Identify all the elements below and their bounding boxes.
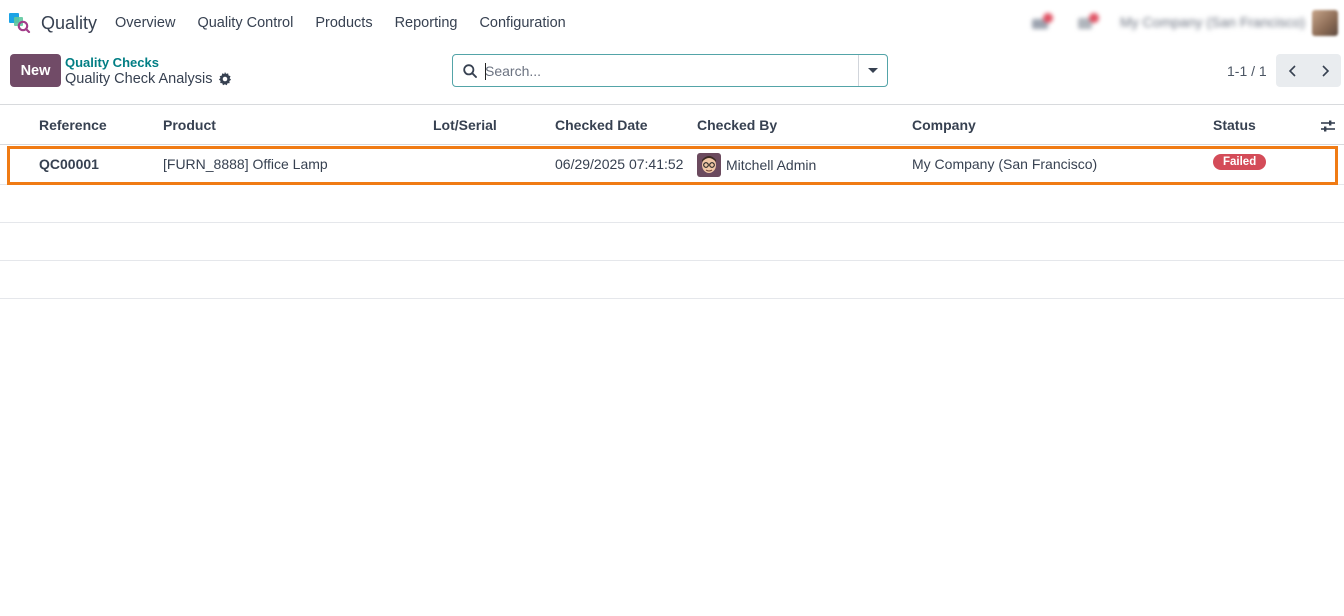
quality-app-icon[interactable] <box>9 11 31 34</box>
page-title: Quality Check Analysis <box>65 71 232 87</box>
chevron-left-icon <box>1288 64 1296 77</box>
pager-next-button[interactable] <box>1309 54 1341 87</box>
cell-reference: QC00001 <box>39 156 99 172</box>
empty-row <box>0 261 1344 299</box>
list-view: Reference Product Lot/Serial Checked Dat… <box>0 104 1344 299</box>
table-header: Reference Product Lot/Serial Checked Dat… <box>0 104 1344 145</box>
empty-row <box>0 223 1344 261</box>
menu-item-products[interactable]: Products <box>304 0 383 46</box>
optional-columns-icon[interactable] <box>1320 118 1336 134</box>
search-icon <box>463 64 477 78</box>
cell-checked-by: Mitchell Admin <box>697 153 816 177</box>
column-header-lot-serial[interactable]: Lot/Serial <box>433 117 497 133</box>
column-header-company[interactable]: Company <box>912 117 976 133</box>
column-header-product[interactable]: Product <box>163 117 216 133</box>
control-panel: New Quality Checks Quality Check Analysi… <box>0 46 1344 104</box>
menu-item-quality-control[interactable]: Quality Control <box>186 0 304 46</box>
menu-item-reporting[interactable]: Reporting <box>384 0 469 46</box>
chevron-right-icon <box>1322 64 1330 77</box>
checked-by-name: Mitchell Admin <box>726 157 817 173</box>
status-badge: Failed <box>1213 154 1267 170</box>
new-button[interactable]: New <box>10 54 61 87</box>
column-header-reference[interactable]: Reference <box>39 117 107 133</box>
table-row[interactable]: QC00001 [FURN_8888] Office Lamp 06/29/20… <box>0 145 1344 185</box>
text-cursor <box>485 63 486 80</box>
page-title-text: Quality Check Analysis <box>65 71 213 87</box>
user-avatar[interactable] <box>1312 10 1338 36</box>
column-header-status[interactable]: Status <box>1213 117 1256 133</box>
search-input[interactable] <box>485 60 855 82</box>
cell-company: My Company (San Francisco) <box>912 156 1098 172</box>
empty-row <box>0 185 1344 223</box>
column-header-checked-by[interactable]: Checked By <box>697 117 777 133</box>
search-options-toggle[interactable] <box>858 55 887 86</box>
company-switcher[interactable]: My Company (San Francisco) <box>1120 14 1305 30</box>
pager-previous-button[interactable] <box>1276 54 1309 87</box>
pager-value[interactable]: 1-1 / 1 <box>1227 63 1267 79</box>
menu-item-configuration[interactable]: Configuration <box>468 0 576 46</box>
top-navbar: Quality Overview Quality Control Product… <box>0 0 1344 46</box>
column-header-checked-date[interactable]: Checked Date <box>555 117 648 133</box>
cell-product: [FURN_8888] Office Lamp <box>163 156 328 172</box>
cell-checked-date: 06/29/2025 07:41:52 <box>555 156 684 172</box>
breadcrumb-quality-checks[interactable]: Quality Checks <box>65 55 159 70</box>
app-name[interactable]: Quality <box>41 13 97 34</box>
activity-icon[interactable] <box>1030 13 1054 31</box>
caret-down-icon <box>868 68 878 73</box>
gear-icon[interactable] <box>218 72 232 86</box>
main-menu: Overview Quality Control Products Report… <box>104 0 577 46</box>
user-avatar-icon <box>697 153 721 177</box>
search-box <box>452 54 888 87</box>
menu-item-overview[interactable]: Overview <box>104 0 186 46</box>
messages-icon[interactable] <box>1076 13 1100 31</box>
